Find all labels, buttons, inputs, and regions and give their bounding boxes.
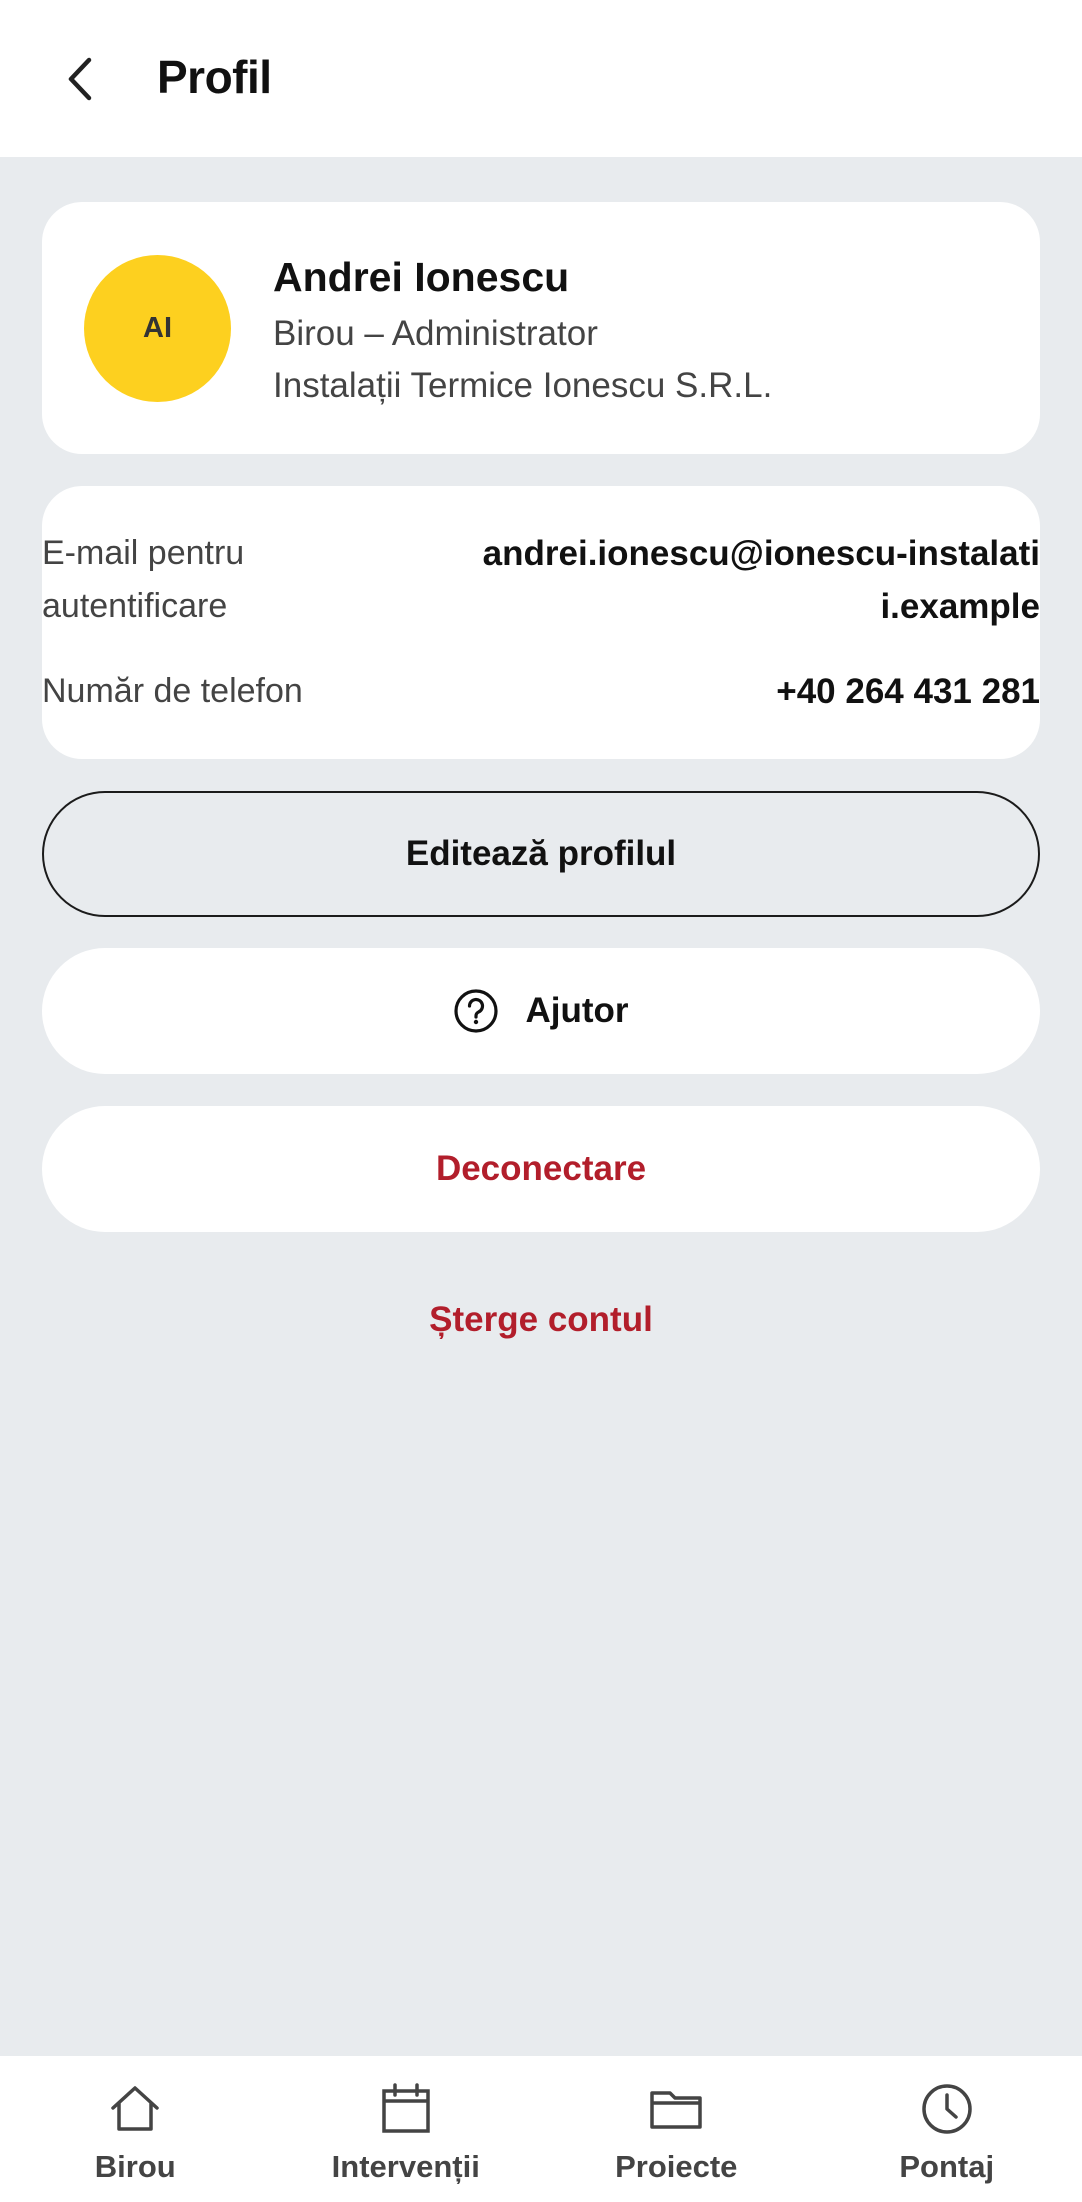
top-bar: Profil (0, 0, 1082, 157)
phone-label: Număr de telefon (42, 672, 303, 710)
nav-label-proiecte: Proiecte (615, 2149, 738, 2184)
nav-item-pontaj[interactable]: Pontaj (812, 2056, 1082, 2202)
help-label: Ajutor (525, 991, 629, 1030)
user-company: Instalații Termice Ionescu S.R.L. (273, 366, 773, 405)
calendar-icon (378, 2081, 434, 2137)
bottom-navigation: Birou Intervenții Proiecte Pontaj (0, 2056, 1082, 2202)
nav-item-interventii[interactable]: Intervenții (271, 2056, 542, 2202)
folder-icon (648, 2081, 704, 2137)
clock-icon (919, 2081, 975, 2137)
phone-value: +40 264 431 281 (776, 672, 1040, 711)
edit-profile-button[interactable]: Editează profilul (42, 791, 1040, 917)
email-label: E-mail pentru autentificare (42, 534, 245, 625)
nav-label-interventii: Intervenții (331, 2149, 480, 2184)
back-button[interactable] (52, 44, 108, 114)
delete-account-link[interactable]: Șterge contul (0, 1300, 1082, 1340)
profile-screen: Profil AI Andrei Ionescu Birou – Adminis… (0, 0, 1082, 2202)
chevron-left-icon (68, 57, 92, 101)
help-button[interactable]: Ajutor (42, 948, 1040, 1074)
user-role: Birou – Administrator (273, 314, 598, 353)
user-name: Andrei Ionescu (273, 254, 570, 300)
help-circle-icon (453, 988, 499, 1034)
nav-label-pontaj: Pontaj (899, 2149, 995, 2184)
logout-button[interactable]: Deconectare (42, 1106, 1040, 1232)
profile-card: AI Andrei Ionescu Birou – Administrator … (42, 202, 1040, 454)
page-title: Profil (157, 51, 272, 103)
logout-label: Deconectare (435, 1149, 647, 1188)
home-icon (107, 2081, 163, 2137)
nav-item-proiecte[interactable]: Proiecte (541, 2056, 812, 2202)
email-value: andrei.ionescu@ionescu-instalatii.exampl… (482, 534, 1040, 626)
nav-item-birou[interactable]: Birou (0, 2056, 271, 2202)
avatar: AI (84, 255, 231, 402)
edit-profile-label: Editează profilul (405, 834, 677, 873)
nav-label-birou: Birou (94, 2149, 176, 2184)
